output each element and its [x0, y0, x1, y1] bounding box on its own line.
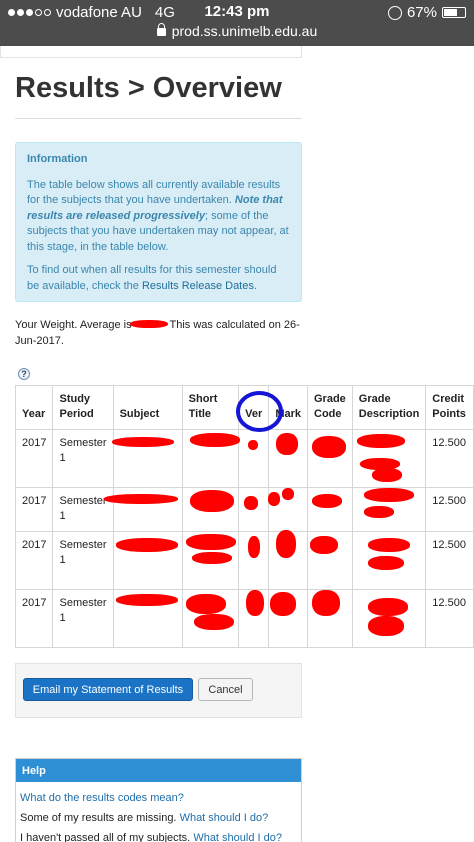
help-panel: Help What do the results codes mean? Som…	[15, 758, 302, 842]
redaction-mark	[364, 488, 414, 502]
information-panel: Information The table below shows all cu…	[15, 142, 302, 302]
redaction-mark	[276, 433, 298, 455]
redaction-mark	[270, 592, 296, 616]
information-text: The table below shows all currently avai…	[27, 178, 290, 256]
help-heading: Help	[16, 759, 301, 782]
cell-study-period: Semester 1	[52, 487, 114, 532]
not-passed-text: I haven't passed all of my subjects.	[20, 832, 191, 842]
table-row: 2017 Semester 1 12.500	[14, 429, 474, 488]
redaction-mark	[186, 594, 226, 614]
redaction-mark	[312, 436, 346, 458]
cell-ver	[238, 429, 270, 488]
redaction-mark	[364, 506, 394, 518]
redaction-mark	[244, 496, 258, 510]
redaction-mark	[248, 440, 258, 450]
redaction-mark	[357, 434, 405, 448]
battery-percent: 67%	[406, 4, 437, 21]
cancel-button[interactable]: Cancel	[198, 678, 253, 701]
redaction-mark	[104, 494, 178, 504]
cell-credit-points: 12.500	[425, 531, 474, 590]
col-grade-code: Grade Code	[307, 385, 353, 430]
cell-study-period: Semester 1	[52, 589, 114, 648]
information-release-text: To find out when all results for this se…	[27, 263, 290, 294]
redaction-mark	[368, 538, 410, 552]
redaction-mark	[248, 536, 260, 558]
results-codes-link[interactable]: What do the results codes mean?	[20, 792, 184, 804]
redaction-mark	[368, 598, 408, 616]
cell-credit-points: 12.500	[425, 429, 474, 488]
annotation-circle	[236, 391, 283, 432]
cell-year: 2017	[14, 589, 54, 648]
redaction-mark	[194, 614, 234, 630]
missing-results-link[interactable]: What should I do?	[180, 812, 269, 824]
redaction-mark	[368, 556, 404, 570]
col-study-period: Study Period	[52, 385, 114, 430]
results-release-dates-link[interactable]: Results Release Dates	[142, 280, 254, 292]
col-subject: Subject	[112, 385, 183, 430]
redaction-mark	[112, 437, 174, 447]
information-heading: Information	[27, 153, 88, 165]
redaction-mark	[116, 594, 178, 606]
rotation-lock-icon	[387, 5, 402, 20]
redaction-mark	[190, 490, 234, 512]
address-bar[interactable]: prod.ss.unimelb.edu.au	[0, 23, 474, 39]
cell-year: 2017	[14, 531, 54, 590]
redaction-mark	[268, 492, 280, 506]
not-passed-link[interactable]: What should I do?	[193, 832, 282, 842]
cell-credit-points: 12.500	[425, 487, 474, 532]
actions-panel: Email my Statement of Results Cancel	[15, 663, 302, 718]
padlock-icon	[156, 23, 166, 36]
col-year: Year	[14, 385, 54, 430]
redaction-mark	[312, 590, 340, 616]
col-short-title: Short Title	[181, 385, 240, 430]
redaction-mark	[186, 534, 236, 550]
redaction-mark	[368, 616, 404, 636]
help-question-icon[interactable]: ?	[18, 368, 30, 380]
url-text: prod.ss.unimelb.edu.au	[171, 23, 318, 39]
status-right: 67%	[387, 4, 466, 21]
redaction-mark	[116, 538, 178, 552]
info-line-3-end: .	[253, 279, 257, 292]
col-grade-description: Grade Description	[351, 385, 427, 430]
missing-results-text: Some of my results are missing.	[20, 812, 177, 824]
weight-prefix: Your Weight. Average is	[15, 319, 132, 331]
redaction-mark	[282, 488, 294, 500]
redaction-mark	[276, 530, 296, 558]
help-body: What do the results codes mean? Some of …	[16, 782, 301, 842]
cell-study-period: Semester 1	[52, 531, 114, 590]
table-row: 2017 Semester 1 12.500	[14, 589, 474, 648]
cell-year: 2017	[14, 429, 54, 488]
cell-year: 2017	[14, 487, 54, 532]
redaction-mark	[246, 590, 264, 616]
redaction-mark	[312, 494, 342, 508]
redaction-mark	[192, 552, 232, 564]
cell-study-period: Semester 1	[52, 429, 114, 488]
title-divider	[15, 118, 302, 119]
page-title: Results > Overview	[15, 72, 282, 104]
email-statement-button[interactable]: Email my Statement of Results	[23, 678, 193, 701]
header-box	[0, 46, 302, 58]
col-credit-points: Credit Points	[425, 385, 474, 430]
battery-icon	[442, 7, 466, 18]
redaction-mark	[310, 536, 338, 554]
redaction-mark	[190, 433, 240, 447]
status-bar: vodafone AU 4G 12:43 pm 67% prod.ss.unim…	[0, 0, 474, 46]
cell-credit-points: 12.500	[425, 589, 474, 648]
redaction-mark	[372, 468, 402, 482]
redaction-mark	[130, 320, 168, 328]
